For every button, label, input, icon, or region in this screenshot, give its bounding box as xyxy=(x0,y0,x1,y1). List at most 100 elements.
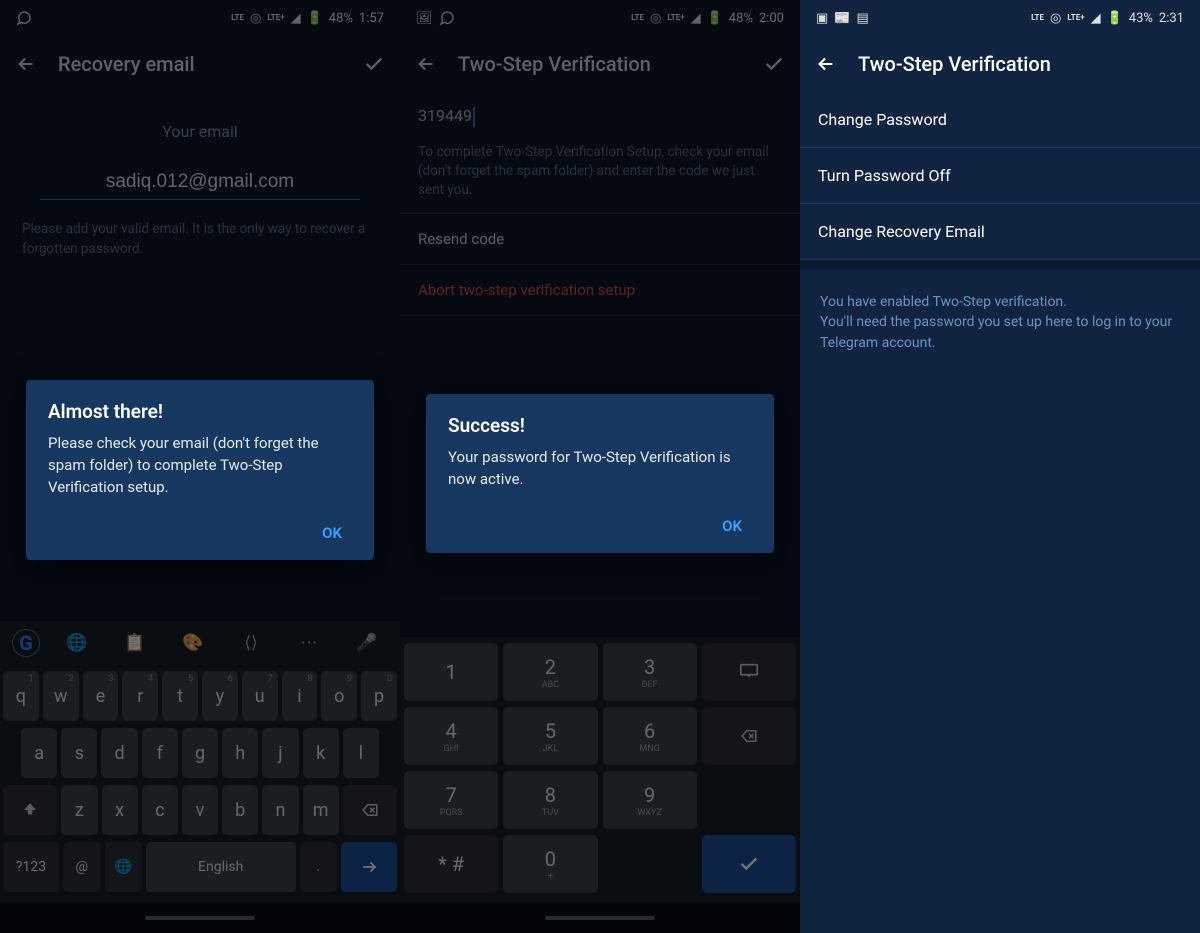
battery-text: 43% xyxy=(1129,11,1153,26)
dialog-body: Your password for Two-Step Verification … xyxy=(448,447,752,491)
enter-key[interactable] xyxy=(341,842,397,892)
page-title: Recovery email xyxy=(58,52,342,76)
handle-icon[interactable]: ⟨⟩ xyxy=(224,621,278,665)
code-input[interactable]: 319449 xyxy=(400,92,800,141)
shift-key[interactable] xyxy=(3,785,57,835)
whatsapp-icon xyxy=(439,10,455,26)
key-h[interactable]: h xyxy=(222,728,258,778)
more-icon[interactable]: ⋯ xyxy=(282,621,336,665)
key-m[interactable]: m xyxy=(303,785,339,835)
help-text: Please add your valid email. It is the o… xyxy=(22,220,378,259)
at-key[interactable]: @ xyxy=(63,842,100,892)
key-z[interactable]: z xyxy=(61,785,97,835)
signal-icon: ◢ xyxy=(1091,11,1101,26)
key-j[interactable]: j xyxy=(262,728,298,778)
menu-change-recovery-email[interactable]: Change Recovery Email xyxy=(800,204,1200,260)
signal-icon: ◢ xyxy=(291,11,301,26)
dialog-almost-there: Almost there! Please check your email (d… xyxy=(26,380,374,560)
key-2[interactable]: 2ABC xyxy=(503,643,597,701)
screen-two-step-settings: ▣ 📰 ▤ LTE ◎ LTE+ ◢ 🔋 43% 2:31 Two-Step V… xyxy=(800,0,1200,933)
key-l[interactable]: l xyxy=(343,728,379,778)
key-s[interactable]: s xyxy=(61,728,97,778)
enter-key[interactable] xyxy=(702,835,796,893)
translate-icon[interactable]: 🌐 xyxy=(50,621,104,665)
hide-keyboard-key[interactable] xyxy=(702,643,796,701)
key-8[interactable]: 8TUV xyxy=(503,771,597,829)
app-icon: ▣ xyxy=(816,11,828,26)
menu-change-password[interactable]: Change Password xyxy=(800,92,1200,148)
clipboard-icon[interactable]: 📋 xyxy=(108,621,162,665)
key-v[interactable]: v xyxy=(182,785,218,835)
signal-icon: ◢ xyxy=(691,11,701,26)
spacer xyxy=(603,835,697,893)
battery-icon: 🔋 xyxy=(1107,11,1123,26)
key-4[interactable]: 4GHI xyxy=(404,707,498,765)
palette-icon[interactable]: 🎨 xyxy=(166,621,220,665)
key-u[interactable]: u7 xyxy=(242,671,278,721)
key-o[interactable]: o9 xyxy=(321,671,357,721)
battery-text: 48% xyxy=(329,11,353,26)
abort-setup-link[interactable]: Abort two-step verification setup xyxy=(400,265,800,316)
key-i[interactable]: i8 xyxy=(282,671,318,721)
key-6[interactable]: 6MNO xyxy=(603,707,697,765)
key-n[interactable]: n xyxy=(262,785,298,835)
settings-menu: Change Password Turn Password Off Change… xyxy=(800,92,1200,260)
key-0[interactable]: 0+ xyxy=(503,835,597,893)
key-c[interactable]: c xyxy=(142,785,178,835)
back-button[interactable] xyxy=(812,50,840,78)
widget-icon: ▤ xyxy=(856,11,868,26)
confirm-button[interactable] xyxy=(760,50,788,78)
backspace-key[interactable] xyxy=(702,707,796,765)
key-f[interactable]: f xyxy=(142,728,178,778)
lte-plus-icon: LTE+ xyxy=(667,14,684,22)
key-9[interactable]: 9WXYZ xyxy=(603,771,697,829)
email-input[interactable] xyxy=(40,165,361,200)
google-icon[interactable]: G xyxy=(12,629,40,657)
key-b[interactable]: b xyxy=(222,785,258,835)
key-e[interactable]: e3 xyxy=(83,671,119,721)
key-1[interactable]: 1 xyxy=(404,643,498,701)
key-symbols[interactable]: * # xyxy=(404,835,498,893)
key-5[interactable]: 5JKL xyxy=(503,707,597,765)
lte-plus-icon: LTE+ xyxy=(1067,14,1084,22)
backspace-key[interactable] xyxy=(343,785,397,835)
mic-off-icon[interactable]: 🎤 xyxy=(340,621,394,665)
spacer xyxy=(702,771,796,829)
key-q[interactable]: q1 xyxy=(3,671,39,721)
system-nav-bar xyxy=(0,903,400,933)
dialog-ok-button[interactable]: OK xyxy=(312,516,352,550)
key-x[interactable]: x xyxy=(102,785,138,835)
clock-text: 1:57 xyxy=(359,11,384,26)
dialog-ok-button[interactable]: OK xyxy=(712,509,752,543)
dialog-title: Almost there! xyxy=(48,400,352,423)
key-t[interactable]: t5 xyxy=(162,671,198,721)
key-y[interactable]: y6 xyxy=(202,671,238,721)
symbols-key[interactable]: ?123 xyxy=(3,842,59,892)
confirm-button[interactable] xyxy=(360,50,388,78)
dialog-success: Success! Your password for Two-Step Veri… xyxy=(426,394,774,553)
code-help-text: To complete Two-Step Verification Setup,… xyxy=(400,141,800,215)
key-r[interactable]: r4 xyxy=(122,671,158,721)
status-bar: 🖼 LTE ◎ LTE+ ◢ 🔋 48% 2:00 xyxy=(400,0,800,36)
battery-icon: 🔋 xyxy=(707,11,723,26)
globe-key[interactable]: 🌐 xyxy=(105,842,142,892)
resend-code-link[interactable]: Resend code xyxy=(400,214,800,265)
key-g[interactable]: g xyxy=(182,728,218,778)
back-button[interactable] xyxy=(412,50,440,78)
app-bar: Recovery email xyxy=(0,36,400,92)
menu-turn-password-off[interactable]: Turn Password Off xyxy=(800,148,1200,204)
key-7[interactable]: 7PQRS xyxy=(404,771,498,829)
back-button[interactable] xyxy=(12,50,40,78)
key-d[interactable]: d xyxy=(101,728,137,778)
key-k[interactable]: k xyxy=(303,728,339,778)
lte-plus-icon: LTE+ xyxy=(267,14,284,22)
page-title: Two-Step Verification xyxy=(858,52,1188,76)
period-key[interactable]: . xyxy=(300,842,337,892)
lte-icon: LTE xyxy=(1031,14,1044,22)
key-3[interactable]: 3DEF xyxy=(603,643,697,701)
key-a[interactable]: a xyxy=(21,728,57,778)
key-p[interactable]: p0 xyxy=(361,671,397,721)
key-w[interactable]: w2 xyxy=(43,671,79,721)
help-text: You have enabled Two-Step verification. … xyxy=(802,280,1198,365)
space-key[interactable]: English xyxy=(146,842,296,892)
